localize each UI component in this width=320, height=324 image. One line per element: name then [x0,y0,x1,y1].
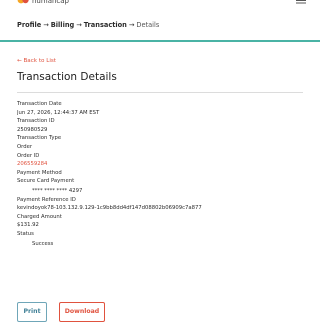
breadcrumb-separator: → [128,21,135,29]
breadcrumb-separator: → [76,21,82,29]
brand-logo-icon[interactable] [17,0,29,6]
breadcrumb-item-transaction[interactable]: Transaction [84,21,127,29]
breadcrumb-separator: → [43,21,49,29]
status-value: Success [32,240,54,247]
payment-method-label: Payment Method [17,169,62,176]
breadcrumb: Profile → Billing → Transaction → Details [17,18,159,32]
card-number-masked: **** **** **** 4297 [32,187,83,194]
title-divider [17,92,303,93]
breadcrumb-item-profile[interactable]: Profile [17,21,41,29]
transaction-date-value: Jun 27, 2026, 12:44:37 AM EST [17,109,100,116]
transaction-date-label: Transaction Date [17,101,62,107]
order-id-label: Order ID [17,152,40,159]
payment-reference-value: kevindoyok78-103.132.9.129-1c9bb8dd4df14… [17,205,202,212]
header-accent-divider [0,40,320,42]
breadcrumb-current-details: Details [136,21,160,29]
brand-name[interactable]: humancap [32,0,69,6]
status-label: Status [17,230,34,237]
order-id-link[interactable]: 206559284 [17,160,303,169]
payment-method-value: Secure Card Payment [17,178,75,185]
back-to-list-link[interactable]: ← Back to List [17,57,56,65]
transaction-id-label: Transaction ID [17,118,55,125]
transaction-details: Transaction Date Jun 27, 2026, 12:44:37 … [17,100,303,248]
transaction-id-value: 250980529 [17,126,48,133]
transaction-type-value: Order [17,143,33,150]
print-button[interactable]: Print [17,302,47,322]
download-button[interactable]: Download [59,302,105,322]
charged-amount-value: $131.92 [17,222,39,229]
action-buttons: Print Download [17,302,217,324]
breadcrumb-item-billing[interactable]: Billing [51,21,74,29]
app-header: humancap [0,0,320,8]
transaction-type-label: Transaction Type [17,135,62,142]
charged-amount-label: Charged Amount [17,213,62,220]
payment-reference-label: Payment Reference ID [17,196,76,203]
page-title: Transaction Details [17,71,117,83]
hamburger-menu-icon[interactable] [296,0,306,4]
